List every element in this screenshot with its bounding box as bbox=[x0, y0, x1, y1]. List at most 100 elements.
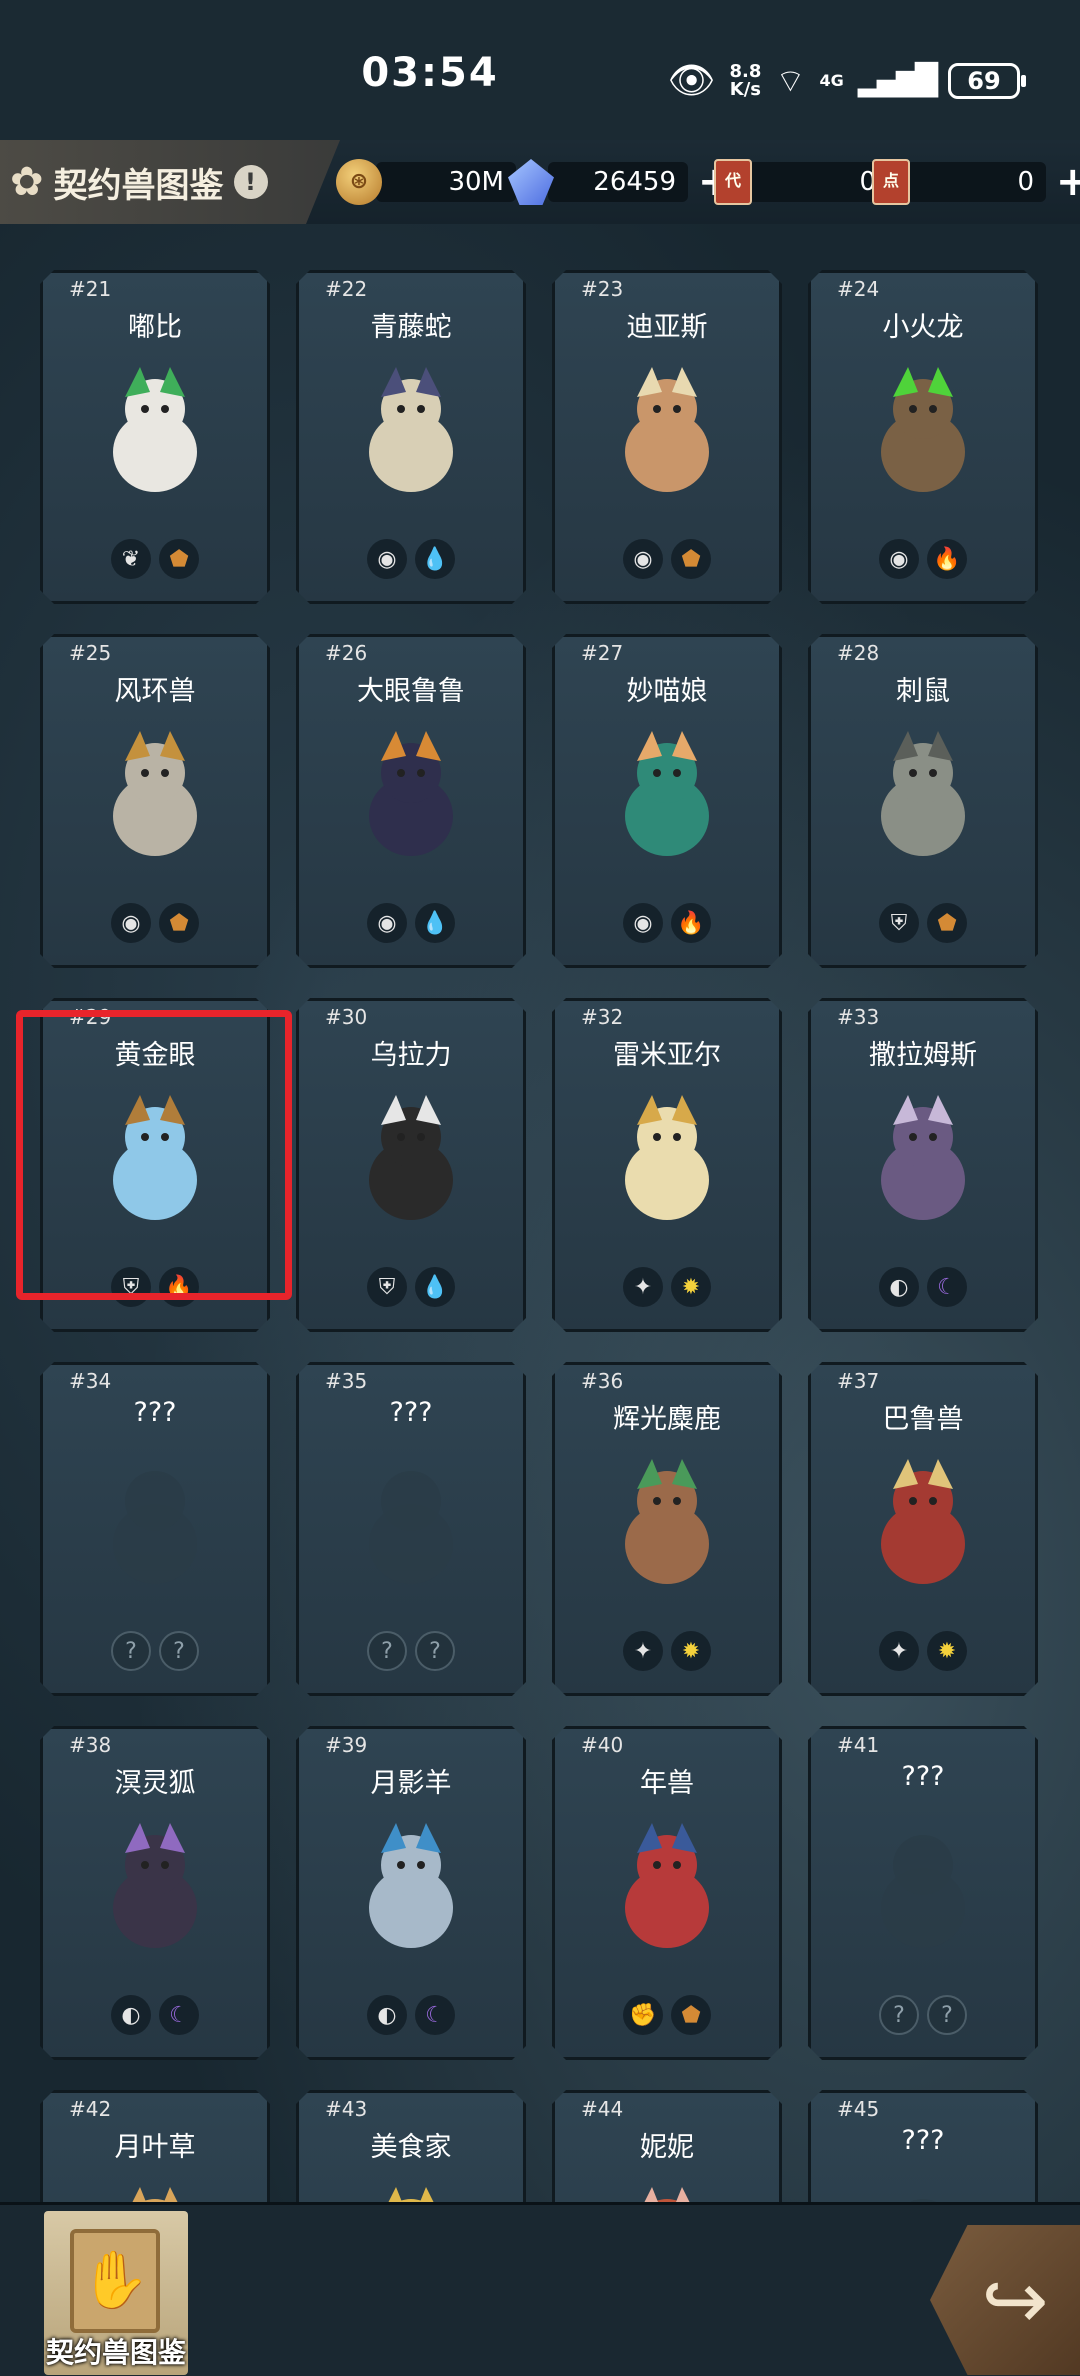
paw-icon: ✋ bbox=[70, 2229, 160, 2333]
battery-icon: 69 bbox=[948, 62, 1026, 99]
coin-icon: ⊛ bbox=[336, 159, 382, 205]
beast-portrait bbox=[592, 721, 742, 871]
beast-card[interactable]: #34????? bbox=[40, 1362, 270, 1696]
beast-number: #22 bbox=[325, 277, 368, 301]
fire-icon: 🔥 bbox=[671, 903, 711, 943]
element-badges: ?? bbox=[811, 1995, 1035, 2035]
beast-card[interactable]: #43 美食家 bbox=[296, 2090, 526, 2202]
beast-card[interactable]: #24 小火龙 ◉ 🔥 bbox=[808, 270, 1038, 604]
beast-number: #40 bbox=[581, 1733, 624, 1757]
beast-portrait bbox=[80, 721, 230, 871]
ghost-icon: ◉ bbox=[367, 903, 407, 943]
beast-card[interactable]: #21 嘟比 ❦ ⬟ bbox=[40, 270, 270, 604]
dark-icon: ☾ bbox=[927, 1267, 967, 1307]
beast-number: #33 bbox=[837, 1005, 880, 1029]
tab-beast-codex[interactable]: ✋ 契约兽图鉴 bbox=[44, 2211, 188, 2375]
element-badges: ◉ ⬟ bbox=[555, 539, 779, 579]
unknown-icon: ? bbox=[415, 1631, 455, 1671]
beast-number: #27 bbox=[581, 641, 624, 665]
ghost-icon: ◉ bbox=[367, 539, 407, 579]
beast-card[interactable]: #30 乌拉力 ⛨ 💧 bbox=[296, 998, 526, 1332]
beast-name: 巴鲁兽 bbox=[882, 1404, 964, 1435]
beast-number: #42 bbox=[69, 2097, 112, 2121]
info-button[interactable]: ! bbox=[233, 165, 268, 199]
signal-icon: ▂▄▆█ bbox=[857, 63, 938, 98]
beast-card[interactable]: #28 刺鼠 ⛨ ⬟ bbox=[808, 634, 1038, 968]
beast-portrait bbox=[848, 1449, 998, 1599]
earth-icon: ⬟ bbox=[159, 539, 199, 579]
beast-card[interactable]: #41????? bbox=[808, 1726, 1038, 2060]
fist-icon: ✊ bbox=[623, 1995, 663, 2035]
ticket1-counter: 代 0 bbox=[714, 158, 888, 206]
element-badges: ◉ 💧 bbox=[299, 539, 523, 579]
status-bar: 03:54 👁 8.8 K/s ⌔ 4G ▂▄▆█ 69 bbox=[0, 0, 1080, 150]
beast-name: ??? bbox=[133, 1397, 177, 1428]
light-icon: ✹ bbox=[671, 1267, 711, 1307]
earth-icon: ⬟ bbox=[671, 539, 711, 579]
return-arrow-icon: ↪ bbox=[981, 2253, 1049, 2347]
leaf-icon: ❦ bbox=[111, 539, 151, 579]
signal-label: 4G bbox=[819, 71, 844, 90]
crystal-counter: 26459 + bbox=[508, 158, 732, 206]
earth-icon: ⬟ bbox=[671, 1995, 711, 2035]
beast-card[interactable]: #33 撒拉姆斯 ◐ ☾ bbox=[808, 998, 1038, 1332]
beast-name: 妙喵娘 bbox=[626, 676, 708, 707]
beast-name: 乌拉力 bbox=[370, 1040, 452, 1071]
element-badges: ✊ ⬟ bbox=[555, 1995, 779, 2035]
beast-number: #35 bbox=[325, 1369, 368, 1393]
beast-card[interactable]: #45??? bbox=[808, 2090, 1038, 2202]
beast-card[interactable]: #38 溟灵狐 ◐ ☾ bbox=[40, 1726, 270, 2060]
beast-number: #24 bbox=[837, 277, 880, 301]
eye-icon: ◐ bbox=[367, 1995, 407, 2035]
element-badges: ?? bbox=[299, 1631, 523, 1671]
beast-number: #25 bbox=[69, 641, 112, 665]
beast-card[interactable]: #37 巴鲁兽 ✦ ✹ bbox=[808, 1362, 1038, 1696]
element-badges: ◉ 🔥 bbox=[555, 903, 779, 943]
water-icon: 💧 bbox=[415, 1267, 455, 1307]
beast-card[interactable]: #25 风环兽 ◉ ⬟ bbox=[40, 634, 270, 968]
beast-card[interactable]: #40 年兽 ✊ ⬟ bbox=[552, 1726, 782, 2060]
beast-portrait bbox=[848, 2177, 998, 2202]
beast-card[interactable]: #27 妙喵娘 ◉ 🔥 bbox=[552, 634, 782, 968]
beast-number: #28 bbox=[837, 641, 880, 665]
beast-card[interactable]: #36 辉光麋鹿 ✦ ✹ bbox=[552, 1362, 782, 1696]
gold-amount: 30M bbox=[376, 162, 516, 202]
back-button[interactable]: ↪ bbox=[930, 2225, 1080, 2375]
beast-name: 溟灵狐 bbox=[114, 1768, 196, 1799]
beast-card[interactable]: #22 青藤蛇 ◉ 💧 bbox=[296, 270, 526, 604]
beast-name: ??? bbox=[901, 1761, 945, 1792]
element-badges: ?? bbox=[43, 1631, 267, 1671]
element-badges: ✦ ✹ bbox=[555, 1631, 779, 1671]
beast-number: #36 bbox=[581, 1369, 624, 1393]
header: ✿ 契约兽图鉴 ! ⊛ 30M 26459 + 代 0 点 0 + bbox=[0, 140, 1080, 224]
earth-icon: ⬟ bbox=[927, 903, 967, 943]
light-icon: ✹ bbox=[927, 1631, 967, 1671]
beast-card[interactable]: #23 迪亚斯 ◉ ⬟ bbox=[552, 270, 782, 604]
unknown-icon: ? bbox=[927, 1995, 967, 2035]
beast-name: 辉光麋鹿 bbox=[613, 1404, 721, 1435]
beast-card[interactable]: #44 妮妮 bbox=[552, 2090, 782, 2202]
add-ticket-button[interactable]: + bbox=[1056, 159, 1080, 205]
beast-card[interactable]: #39 月影羊 ◐ ☾ bbox=[296, 1726, 526, 2060]
fire-icon: 🔥 bbox=[927, 539, 967, 579]
ghost-icon: ◉ bbox=[623, 539, 663, 579]
element-badges: ◐ ☾ bbox=[811, 1267, 1035, 1307]
beast-card[interactable]: #35????? bbox=[296, 1362, 526, 1696]
cross-icon: ✦ bbox=[623, 1631, 663, 1671]
beast-portrait bbox=[336, 1085, 486, 1235]
beast-number: #34 bbox=[69, 1369, 112, 1393]
beast-card[interactable]: #32 雷米亚尔 ✦ ✹ bbox=[552, 998, 782, 1332]
water-icon: 💧 bbox=[415, 539, 455, 579]
element-badges: ◐ ☾ bbox=[43, 1995, 267, 2035]
element-badges: ◉ 🔥 bbox=[811, 539, 1035, 579]
dark-icon: ☾ bbox=[159, 1995, 199, 2035]
element-badges: ◉ ⬟ bbox=[43, 903, 267, 943]
beast-name: 美食家 bbox=[370, 2132, 452, 2163]
eye-icon: ◐ bbox=[879, 1267, 919, 1307]
beast-card[interactable]: #42 月叶草 bbox=[40, 2090, 270, 2202]
beast-card[interactable]: #26 大眼鲁鲁 ◉ 💧 bbox=[296, 634, 526, 968]
water-icon: 💧 bbox=[415, 903, 455, 943]
beast-portrait bbox=[848, 1813, 998, 1963]
ticket-icon: 代 bbox=[714, 159, 752, 205]
ticket2-counter: 点 0 + bbox=[872, 158, 1080, 206]
